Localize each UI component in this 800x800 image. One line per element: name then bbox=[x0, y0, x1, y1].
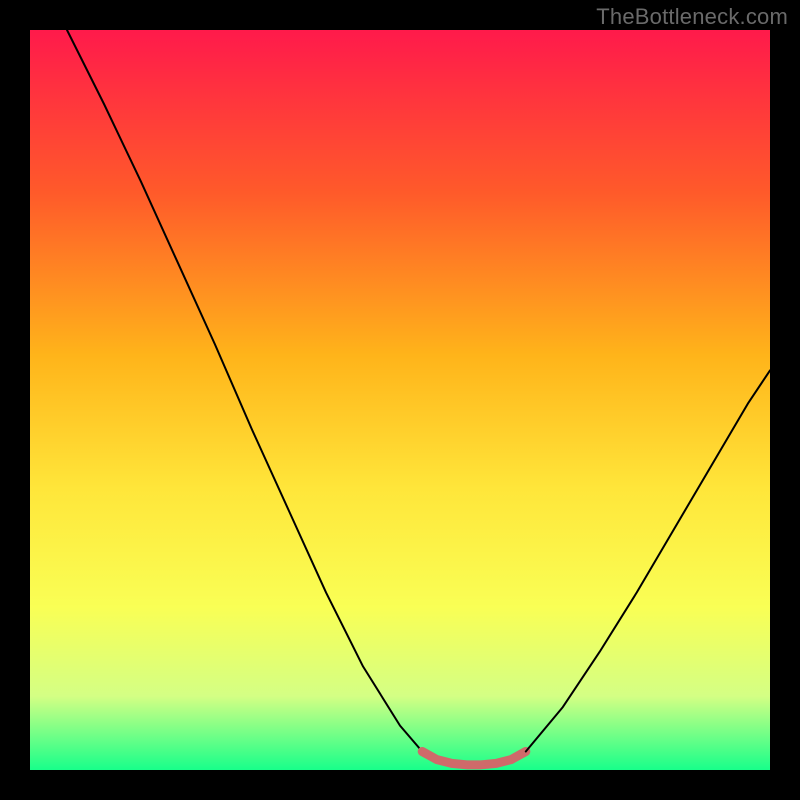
chart-svg bbox=[30, 30, 770, 770]
gradient-background bbox=[30, 30, 770, 770]
chart-container: TheBottleneck.com bbox=[0, 0, 800, 800]
plot-area bbox=[30, 30, 770, 770]
watermark-text: TheBottleneck.com bbox=[596, 4, 788, 30]
